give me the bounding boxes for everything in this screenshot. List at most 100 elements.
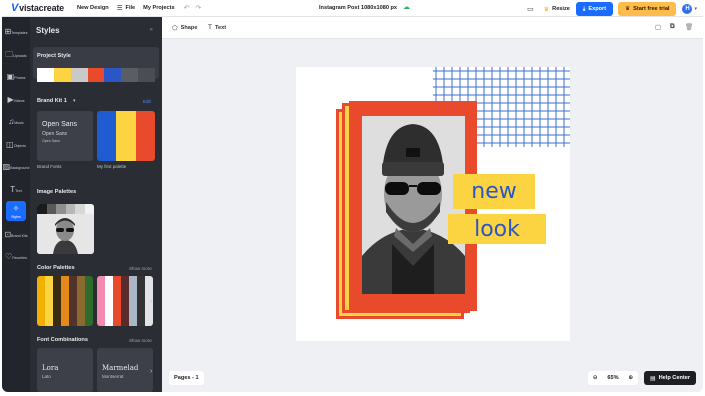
chevron-down-icon[interactable]: ▾: [694, 6, 697, 12]
rail-item-box: ⊞Templates: [4, 21, 27, 39]
image-palette-thumbnail[interactable]: [37, 204, 94, 254]
image-palettes-title: Image Palettes: [37, 189, 77, 195]
color-swatch[interactable]: [129, 276, 137, 326]
text-button[interactable]: T Text: [208, 24, 226, 31]
color-swatch[interactable]: [46, 204, 56, 214]
duplicate-icon[interactable]: ⧉: [670, 23, 675, 31]
export-button[interactable]: ⤓ Export: [575, 2, 614, 16]
color-palette-card[interactable]: [37, 276, 93, 326]
my-palette-card[interactable]: [97, 111, 155, 161]
redo-icon[interactable]: ↷: [195, 4, 201, 12]
logo[interactable]: Vvistacreate: [11, 2, 64, 14]
resize-button[interactable]: ♛ Resize: [544, 6, 570, 13]
color-swatch[interactable]: [77, 276, 85, 326]
color-palette-card[interactable]: [97, 276, 153, 326]
chevron-right-icon[interactable]: ›: [150, 298, 152, 305]
headline-look[interactable]: look: [448, 214, 546, 244]
font-combo-card[interactable]: Lora Lato: [37, 348, 93, 392]
color-swatch[interactable]: [105, 276, 113, 326]
font-combo-card[interactable]: Marmelad Montserrat: [97, 348, 153, 392]
color-swatch[interactable]: [65, 204, 75, 214]
color-swatch[interactable]: [37, 68, 54, 82]
color-swatch[interactable]: [53, 276, 61, 326]
color-swatch[interactable]: [84, 204, 94, 214]
rail-item-background[interactable]: ▨Background: [2, 156, 30, 178]
rail-item-brand-kits[interactable]: ⊡Brand Kits: [2, 224, 30, 246]
rail-item-box: ✧ Styles: [6, 201, 26, 221]
color-swatch[interactable]: [69, 276, 77, 326]
color-swatch[interactable]: [45, 276, 53, 326]
rail-item-box: ⊡Brand Kits: [4, 224, 27, 242]
pages-button[interactable]: Pages - 1: [169, 371, 204, 385]
project-colors[interactable]: [37, 68, 156, 82]
chevron-down-icon[interactable]: ▾: [73, 98, 76, 104]
app-window: Vvistacreate New Design ☰ File My Project…: [2, 0, 703, 392]
rail-item-styles[interactable]: ✧ Styles: [2, 201, 30, 223]
rail-item-photos[interactable]: ▣Photos: [2, 66, 30, 88]
rail-item-templates[interactable]: ⊞Templates: [2, 21, 30, 43]
color-swatch[interactable]: [104, 68, 122, 82]
color-swatch[interactable]: [97, 276, 105, 326]
headline-new[interactable]: new: [453, 174, 535, 209]
color-swatch[interactable]: [53, 68, 71, 82]
file-menu[interactable]: ☰ File: [117, 4, 135, 12]
styles-icon: ✧: [12, 203, 20, 213]
shape-button[interactable]: ⬠ Shape: [172, 24, 197, 32]
show-more-fonts-link[interactable]: Show more: [129, 338, 152, 343]
color-swatch[interactable]: [56, 204, 66, 214]
color-swatch[interactable]: [37, 204, 47, 214]
help-center-button[interactable]: ▤ Help Center: [644, 371, 696, 385]
undo-icon[interactable]: ↶: [184, 4, 190, 12]
top-bar: Vvistacreate New Design ☰ File My Project…: [2, 0, 703, 17]
document-title[interactable]: Instagram Post 1080x1080 px: [319, 5, 397, 11]
rail-item-box: ◫Objects: [6, 134, 26, 152]
trash-icon[interactable]: 🗑: [685, 23, 693, 31]
zoom-out-icon[interactable]: ⊖: [593, 375, 598, 381]
rail-item-label: Favorites: [12, 256, 27, 260]
portrait-photo[interactable]: [362, 116, 465, 294]
brand-kit-title[interactable]: Brand Kit 1: [37, 98, 67, 104]
color-swatch[interactable]: [138, 68, 156, 82]
color-swatch[interactable]: [97, 111, 117, 161]
rail-item-uploads[interactable]: 🗀Uploads: [2, 44, 30, 66]
brand-fonts-card[interactable]: Open Sans Open Sans Open Sans: [37, 111, 93, 161]
font-combo-title: Lora: [42, 364, 59, 372]
color-swatch[interactable]: [75, 204, 85, 214]
color-swatch[interactable]: [70, 68, 88, 82]
portrait-thumbnail-image: [37, 214, 94, 254]
color-swatch[interactable]: [121, 68, 139, 82]
rail-item-objects[interactable]: ◫Objects: [2, 134, 30, 156]
rail-item-text[interactable]: TText: [2, 179, 30, 201]
color-swatch[interactable]: [85, 276, 93, 326]
artboard[interactable]: new look: [296, 67, 570, 341]
download-icon: ⤓: [582, 5, 586, 12]
color-swatch[interactable]: [61, 276, 69, 326]
color-swatch[interactable]: [137, 276, 145, 326]
context-toolbar: ⬠ Shape T Text ▢ ⧉ 🗑: [162, 17, 703, 39]
rail-item-label: Text: [15, 188, 22, 193]
avatar[interactable]: H: [682, 4, 693, 14]
text-icon: T: [208, 24, 212, 31]
start-trial-button[interactable]: ♛ Start free trial: [618, 2, 677, 16]
edit-brand-kit-link[interactable]: Edit: [143, 99, 151, 104]
color-swatch[interactable]: [87, 68, 105, 82]
rail-item-favorites[interactable]: ♡Favorites: [2, 246, 30, 268]
comment-icon[interactable]: ▢: [655, 23, 661, 31]
image-palette-colors: [37, 204, 94, 214]
show-more-palettes-link[interactable]: Show more: [129, 266, 152, 271]
color-swatch[interactable]: [37, 276, 45, 326]
rail-item-music[interactable]: ♫Music: [2, 111, 30, 133]
color-swatch[interactable]: [113, 276, 121, 326]
rail-item-videos[interactable]: ▶Videos: [2, 89, 30, 111]
chevron-right-icon[interactable]: ›: [150, 368, 152, 375]
preview-icon[interactable]: ▭: [527, 5, 534, 13]
color-swatch[interactable]: [121, 276, 129, 326]
panel-title: Styles: [36, 26, 60, 35]
zoom-in-icon[interactable]: ⊕: [628, 375, 633, 381]
my-projects-link[interactable]: My Projects: [143, 5, 174, 11]
new-design-button[interactable]: New Design: [77, 5, 109, 11]
color-swatch[interactable]: [116, 111, 136, 161]
collapse-panel-icon[interactable]: «: [150, 27, 153, 33]
zoom-level[interactable]: 65%: [607, 375, 618, 381]
color-swatch[interactable]: [135, 111, 155, 161]
